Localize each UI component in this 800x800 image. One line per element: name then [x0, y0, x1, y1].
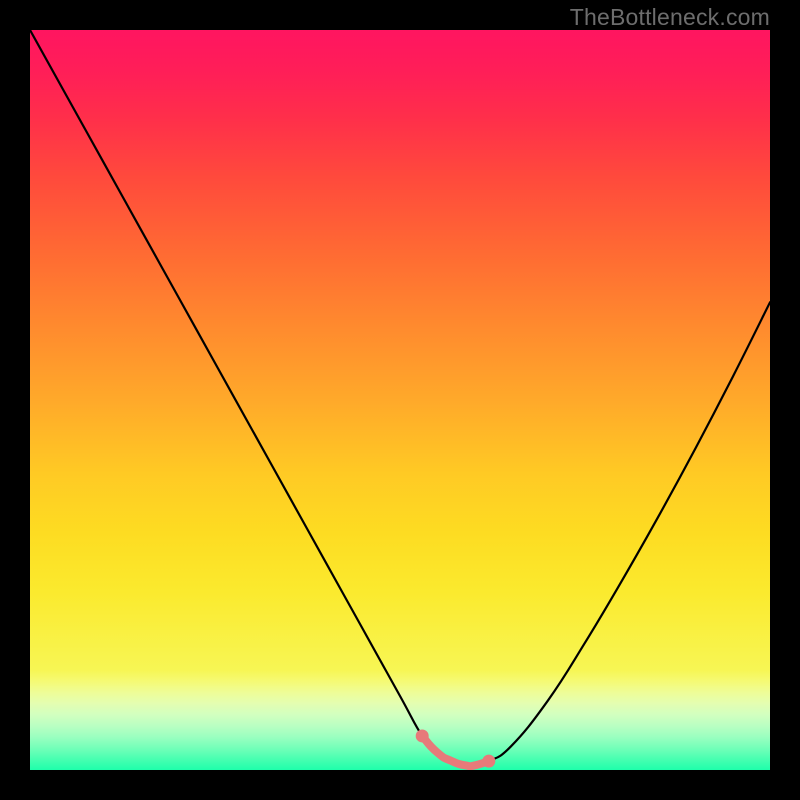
flat-zone-end-marker — [416, 729, 429, 742]
watermark-text: TheBottleneck.com — [570, 4, 770, 31]
curve-svg — [30, 30, 770, 770]
chart-frame: TheBottleneck.com — [0, 0, 800, 800]
bottleneck-curve-path — [30, 30, 770, 766]
flat-zone-path — [422, 736, 489, 767]
flat-zone-end-marker — [482, 755, 495, 768]
plot-area — [30, 30, 770, 770]
